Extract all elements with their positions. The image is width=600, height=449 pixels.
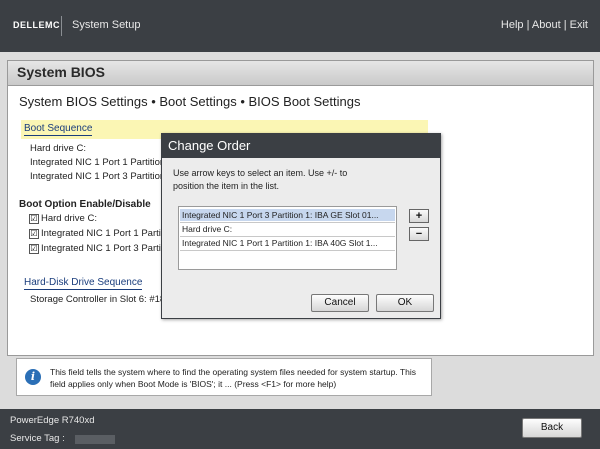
service-tag-redacted — [75, 435, 115, 444]
service-tag-label: Service Tag : — [10, 433, 65, 444]
dialog-instructions: Use arrow keys to select an item. Use +/… — [173, 168, 348, 191]
ok-button[interactable]: OK — [376, 294, 434, 312]
boot-option-label: Boot Option Enable/Disable — [19, 199, 151, 210]
dialog-title: Change Order — [168, 138, 251, 153]
boot-order-list[interactable]: Integrated NIC 1 Port 3 Partition 1: IBA… — [178, 206, 397, 270]
help-box: i This field tells the system where to f… — [16, 358, 432, 396]
checkbox-nic-port-3[interactable]: ☑ — [29, 244, 39, 254]
dell-emc-logo: DELLEMC — [13, 20, 60, 30]
back-button[interactable]: Back — [522, 418, 582, 438]
page-title: System BIOS — [17, 64, 105, 80]
checkbox-nic-port-1[interactable]: ☑ — [29, 229, 39, 239]
link-separator: | — [563, 19, 567, 31]
breadcrumb: System BIOS Settings • Boot Settings • B… — [19, 94, 361, 109]
about-link[interactable]: About — [532, 19, 561, 31]
boot-sequence-link[interactable]: Boot Sequence — [24, 123, 93, 136]
move-up-button[interactable]: + — [409, 209, 429, 223]
top-bar: DELLEMC System Setup Help | About | Exit — [0, 0, 600, 52]
info-icon: i — [25, 369, 41, 385]
list-item[interactable]: Integrated NIC 1 Port 3 Partition 1: IBA… — [180, 209, 395, 221]
help-text: This field tells the system where to fin… — [50, 367, 416, 389]
link-separator: | — [526, 19, 530, 31]
list-item[interactable]: Hard drive C: — [180, 223, 395, 235]
top-links: Help | About | Exit — [501, 19, 588, 31]
list-item[interactable]: Integrated NIC 1 Port 1 Partition 1: IBA… — [180, 237, 395, 249]
change-order-dialog: Change Order Use arrow keys to select an… — [161, 133, 441, 319]
cancel-button[interactable]: Cancel — [311, 294, 369, 312]
boot-sequence-item: Hard drive C: — [30, 143, 86, 154]
model-name: PowerEdge R740xd — [10, 415, 95, 426]
logo-divider — [61, 16, 62, 36]
row-divider — [180, 250, 395, 251]
move-down-button[interactable]: − — [409, 227, 429, 241]
app-title: System Setup — [72, 19, 141, 31]
dialog-title-bar: Change Order — [162, 134, 440, 158]
exit-link[interactable]: Exit — [570, 19, 588, 31]
checkbox-label: Integrated NIC 1 Port 3 Partit — [41, 243, 164, 254]
hdd-sequence-link[interactable]: Hard-Disk Drive Sequence — [24, 277, 143, 290]
checkbox-label: Integrated NIC 1 Port 1 Partit — [41, 228, 164, 239]
boot-sequence-item: Integrated NIC 1 Port 3 Partition — [30, 171, 166, 182]
checkbox-hard-drive[interactable]: ☑ — [29, 214, 39, 224]
panel-header: System BIOS — [8, 61, 593, 86]
help-link[interactable]: Help — [501, 19, 524, 31]
hdd-sequence-item: Storage Controller in Slot 6: #18 — [30, 294, 166, 305]
footer: PowerEdge R740xd Service Tag : Back — [0, 409, 600, 449]
checkbox-label: Hard drive C: — [41, 213, 97, 224]
boot-sequence-item: Integrated NIC 1 Port 1 Partition — [30, 157, 166, 168]
